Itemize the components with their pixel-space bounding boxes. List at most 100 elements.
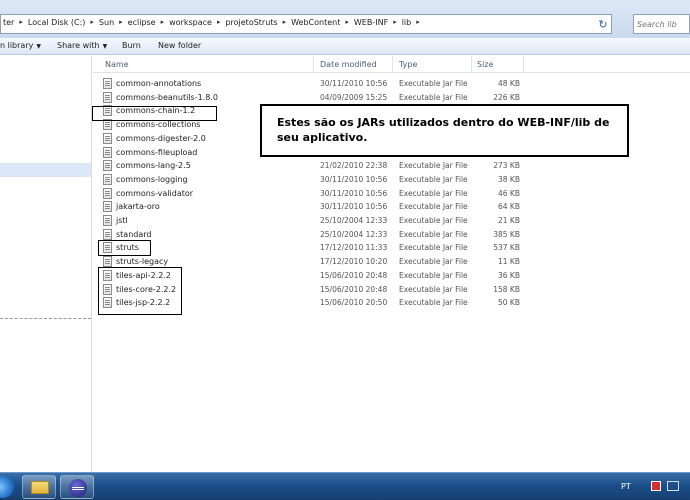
file-row[interactable]: common-annotations 30/11/2010 10:56 Execut… (93, 77, 593, 91)
file-date: 04/09/2009 15:25 (320, 92, 388, 102)
file-size: 226 KB (493, 92, 520, 102)
taskbar-explorer-button[interactable] (22, 475, 56, 499)
file-date: 17/12/2010 11:33 (320, 243, 388, 253)
file-date: 25/10/2004 12:33 (320, 216, 388, 225)
breadcrumb-item[interactable]: WebContent (289, 18, 342, 27)
column-divider[interactable] (313, 56, 314, 72)
jar-file-icon (103, 201, 112, 213)
language-indicator[interactable]: PT (621, 482, 631, 491)
file-row[interactable]: commons-logging 30/11/2010 10:56 Executabl… (93, 173, 593, 187)
file-name: common-annotations (116, 79, 202, 88)
share-with-label: Share with (57, 41, 100, 50)
file-size: 273 KB (493, 161, 520, 171)
chevron-right-icon[interactable]: ▸ (158, 18, 168, 27)
column-header-row: Name Date modified Type Size (93, 56, 690, 73)
breadcrumb: ter ▸ Local Disk (C:) ▸ Sun ▸ eclipse ▸ work… (1, 18, 423, 27)
chevron-right-icon[interactable]: ▸ (16, 18, 26, 27)
jar-file-icon (103, 228, 112, 240)
file-size: 46 KB (498, 188, 520, 198)
share-with-button[interactable]: Share with ▼ (57, 41, 107, 50)
chevron-right-icon[interactable]: ▸ (87, 18, 97, 27)
column-divider[interactable] (471, 56, 472, 72)
column-header-type[interactable]: Type (399, 60, 417, 69)
breadcrumb-item-current[interactable]: lib (400, 18, 414, 27)
include-in-library-label: n library (0, 41, 34, 50)
search-input[interactable] (634, 15, 689, 33)
file-size: 38 KB (498, 174, 520, 184)
file-date: 30/11/2010 10:56 (320, 79, 388, 88)
file-name: jstl (116, 216, 128, 225)
breadcrumb-item[interactable]: WEB-INF (352, 18, 390, 27)
highlight-box-tiles (98, 267, 182, 315)
file-type: Executable Jar File (399, 79, 468, 88)
jar-file-icon (103, 146, 112, 158)
action-center-flag-icon[interactable] (651, 481, 661, 491)
file-date: 25/10/2004 12:33 (320, 229, 388, 239)
file-type: Executable Jar File (399, 298, 468, 308)
nav-item-selected[interactable] (0, 163, 91, 177)
file-size: 537 KB (493, 243, 520, 253)
breadcrumb-item[interactable]: workspace (167, 18, 214, 27)
burn-button[interactable]: Burn (122, 41, 141, 50)
file-row[interactable]: struts 17/12/2010 11:33 Executable Jar Fil… (93, 241, 593, 255)
file-size: 50 KB (498, 298, 520, 308)
command-bar: n library ▼ Share with ▼ Burn New folder (0, 38, 690, 55)
address-bar-area: ter ▸ Local Disk (C:) ▸ Sun ▸ eclipse ▸ work… (0, 0, 690, 38)
chevron-right-icon[interactable]: ▸ (342, 18, 352, 27)
breadcrumb-item[interactable]: Local Disk (C:) (26, 18, 88, 27)
column-divider[interactable] (523, 56, 524, 72)
file-row[interactable]: jakarta-oro 30/11/2010 10:56 Executable Ja… (93, 200, 593, 214)
file-row[interactable]: commons-validator 30/11/2010 10:56 Executa… (93, 187, 593, 201)
file-type: Executable Jar File (399, 229, 468, 239)
chevron-down-icon: ▼ (36, 43, 41, 50)
file-date: 30/11/2010 10:56 (320, 174, 388, 184)
file-name: jakarta-oro (116, 202, 160, 212)
chevron-down-icon: ▼ (102, 43, 108, 50)
file-type: Executable Jar File (399, 174, 468, 184)
chevron-right-icon[interactable]: ▸ (390, 18, 400, 27)
chevron-right-icon[interactable]: ▸ (214, 18, 224, 27)
file-name: standard (116, 229, 152, 239)
network-icon[interactable] (667, 481, 679, 491)
annotation-callout: Estes são os JARs utilizados dentro do W… (260, 104, 629, 157)
breadcrumb-item[interactable]: Sun (97, 18, 116, 27)
column-divider[interactable] (392, 56, 393, 72)
file-row[interactable]: jstl 25/10/2004 12:33 Executable Jar File 2… (93, 214, 593, 228)
column-header-size[interactable]: Size (477, 60, 493, 69)
chevron-right-icon[interactable]: ▸ (116, 18, 126, 27)
file-type: Executable Jar File (399, 257, 468, 267)
include-in-library-button[interactable]: n library ▼ (0, 41, 41, 50)
file-row[interactable]: standard 25/10/2004 12:33 Executable Jar F… (93, 228, 593, 242)
file-date: 17/12/2010 10:20 (320, 257, 388, 267)
navigation-pane[interactable] (0, 56, 92, 472)
highlight-box-struts (98, 240, 151, 256)
file-name: commons-logging (116, 174, 188, 184)
taskbar-eclipse-button[interactable] (60, 475, 94, 499)
breadcrumb-item[interactable]: ter (1, 18, 16, 27)
file-size: 48 KB (498, 79, 520, 88)
new-folder-button[interactable]: New folder (158, 41, 201, 50)
search-box[interactable] (633, 14, 690, 34)
jar-file-icon (103, 187, 112, 199)
file-type: Executable Jar File (399, 188, 468, 198)
file-type: Executable Jar File (399, 202, 468, 212)
highlight-box-commons-chain (92, 106, 217, 121)
column-header-name[interactable]: Name (105, 60, 129, 69)
breadcrumb-item[interactable]: eclipse (126, 18, 158, 27)
refresh-icon[interactable]: ↻ (596, 15, 610, 33)
column-header-date[interactable]: Date modified (320, 60, 377, 69)
file-date: 15/06/2010 20:48 (320, 270, 388, 280)
file-row[interactable]: commons-lang-2.5 21/02/2010 22:38 Executab… (93, 159, 593, 173)
file-name: struts-legacy (116, 257, 169, 267)
chevron-right-icon[interactable]: ▸ (280, 18, 290, 27)
start-orb-icon[interactable] (0, 476, 14, 498)
breadcrumb-item[interactable]: projetoStruts (223, 18, 279, 27)
file-name: commons-lang-2.5 (116, 161, 191, 171)
jar-file-icon (103, 78, 112, 89)
jar-file-icon (103, 256, 112, 268)
address-bar[interactable]: ter ▸ Local Disk (C:) ▸ Sun ▸ eclipse ▸ work… (0, 14, 612, 34)
file-row[interactable]: commons-beanutils-1.8.0 04/09/2009 15:25 E… (93, 91, 593, 105)
chevron-right-icon[interactable]: ▸ (413, 18, 423, 27)
jar-file-icon (103, 160, 112, 172)
file-date: 15/06/2010 20:50 (320, 298, 388, 308)
